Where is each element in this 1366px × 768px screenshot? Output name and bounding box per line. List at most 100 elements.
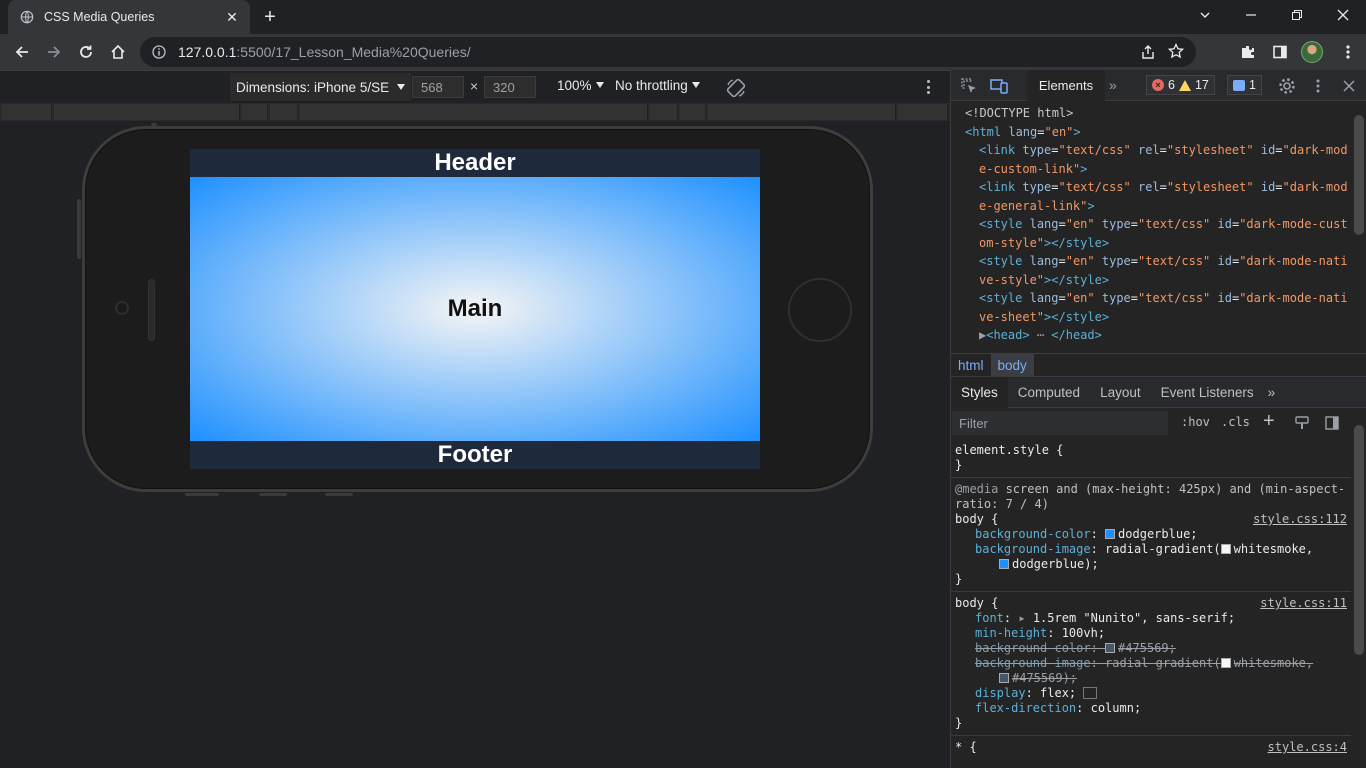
media-query-segment[interactable] <box>270 104 298 120</box>
tab-computed[interactable]: Computed <box>1008 378 1090 408</box>
minimize-icon[interactable] <box>1228 0 1274 30</box>
tab-styles[interactable]: Styles <box>951 377 1008 408</box>
side-panel-icon[interactable] <box>1266 38 1294 66</box>
tab-layout[interactable]: Layout <box>1090 378 1151 408</box>
device-height-input[interactable]: 320 <box>484 76 536 98</box>
share-icon[interactable] <box>1140 44 1156 63</box>
emulated-screen[interactable]: Header Main Footer <box>190 149 760 469</box>
extensions-icon[interactable] <box>1234 38 1262 66</box>
css-declaration[interactable]: background-image: radial-gradient(whites… <box>955 542 1351 557</box>
dom-node-line[interactable]: <style lang="en" type="text/css" id="dar… <box>951 252 1351 271</box>
styles-filter-input[interactable]: Filter <box>952 411 1168 435</box>
media-query-segment[interactable] <box>680 104 706 120</box>
styles-pane[interactable]: element.style { } @media screen and (max… <box>951 439 1351 768</box>
device-width-input[interactable]: 568 <box>412 76 464 98</box>
css-declaration[interactable]: display: flex; <box>955 686 1351 701</box>
css-declaration[interactable]: flex-direction: column; <box>955 701 1351 716</box>
media-query-segment[interactable] <box>898 104 948 120</box>
chrome-menu-icon[interactable] <box>1334 38 1362 66</box>
style-rule[interactable]: @media screen and (max-height: 425px) an… <box>951 478 1351 592</box>
dom-node-line[interactable]: <link type="text/css" rel="stylesheet" i… <box>951 178 1351 197</box>
device-toolbar-more-icon[interactable] <box>920 77 936 97</box>
dom-node-line[interactable]: <html lang="en"> <box>951 123 1351 142</box>
dom-node-line[interactable]: <style lang="en" type="text/css" id="dar… <box>951 289 1351 308</box>
warning-icon <box>1178 79 1191 91</box>
dom-node-line[interactable]: <!DOCTYPE html> <box>951 104 1351 123</box>
home-icon[interactable] <box>104 38 132 66</box>
url-path: :5500/17_Lesson_Media%20Queries/ <box>236 44 471 60</box>
media-query-segment[interactable] <box>650 104 678 120</box>
flexbox-editor-icon[interactable] <box>1083 687 1098 699</box>
more-tabs-icon[interactable]: » <box>1264 378 1280 408</box>
media-query-segment[interactable] <box>300 104 648 120</box>
messages-counter[interactable]: 1 <box>1227 75 1262 95</box>
inspect-element-icon[interactable] <box>959 76 979 96</box>
color-swatch[interactable] <box>1105 529 1116 539</box>
cls-toggle[interactable]: .cls <box>1221 415 1250 429</box>
profile-avatar[interactable] <box>1301 41 1323 63</box>
style-rule[interactable]: * {style.css:4 <box>951 736 1351 759</box>
address-bar[interactable]: 127.0.0.1:5500/17_Lesson_Media%20Queries… <box>140 37 1196 67</box>
bookmark-star-icon[interactable] <box>1167 42 1185 62</box>
dom-tree[interactable]: <!DOCTYPE html> <html lang="en"> <link typ… <box>951 101 1351 345</box>
media-query-segment[interactable] <box>54 104 240 120</box>
css-declaration-cont: dodgerblue); <box>955 557 1351 572</box>
css-declaration-overridden[interactable]: background-image: radial-gradient(whites… <box>955 656 1351 671</box>
settings-gear-icon[interactable] <box>1277 76 1297 96</box>
source-link[interactable]: style.css:4 <box>1268 740 1347 755</box>
dom-scrollbar[interactable] <box>1354 115 1364 235</box>
css-declaration-overridden[interactable]: background-color: #475569; <box>955 641 1351 656</box>
tab-event-listeners[interactable]: Event Listeners <box>1151 378 1264 408</box>
dom-node-line[interactable]: <style lang="en" type="text/css" id="dar… <box>951 215 1351 234</box>
style-rule[interactable]: body {style.css:11 font: ▸ 1.5rem "Nunit… <box>951 592 1351 736</box>
device-toolbar-toggle-icon[interactable] <box>989 76 1009 96</box>
media-query-segment[interactable] <box>2 104 52 120</box>
back-icon[interactable] <box>8 38 36 66</box>
device-dimensions-select[interactable]: Dimensions: iPhone 5/SE <box>230 73 412 101</box>
tab-search-icon[interactable] <box>1182 0 1228 30</box>
media-query-bar[interactable] <box>0 103 950 121</box>
phone-home-button <box>788 278 852 342</box>
throttling-select[interactable]: No throttling <box>615 78 700 93</box>
css-declaration[interactable]: min-height: 100vh; <box>955 626 1351 641</box>
close-devtools-icon[interactable] <box>1339 76 1359 96</box>
forward-icon[interactable] <box>40 38 68 66</box>
dom-node-line[interactable]: e-custom-link"> <box>951 160 1351 179</box>
device-toolbar: Dimensions: iPhone 5/SE 568 × 320 100% N… <box>0 71 950 103</box>
dom-node-line[interactable]: e-general-link"> <box>951 197 1351 216</box>
rendering-emulation-icon[interactable] <box>1294 415 1310 434</box>
media-query-segment[interactable] <box>708 104 896 120</box>
close-tab-icon[interactable]: ✕ <box>224 9 240 25</box>
reload-icon[interactable] <box>72 38 100 66</box>
toggle-sidebar-icon[interactable] <box>1324 415 1340 434</box>
info-icon[interactable] <box>152 45 166 59</box>
chevron-down-icon <box>691 82 700 88</box>
source-link[interactable]: style.css:11 <box>1260 596 1347 611</box>
css-declaration[interactable]: font: ▸ 1.5rem "Nunito", sans-serif; <box>955 611 1351 626</box>
zoom-select[interactable]: 100% <box>557 78 604 93</box>
restore-icon[interactable] <box>1274 0 1320 30</box>
more-tabs-icon[interactable]: » <box>1109 77 1117 93</box>
browser-tab[interactable]: CSS Media Queries ✕ <box>8 0 250 34</box>
issues-counter[interactable]: × 6 17 <box>1146 75 1215 95</box>
dom-node-line[interactable]: om-style"></style> <box>951 234 1351 253</box>
styles-scrollbar[interactable] <box>1354 425 1364 655</box>
breadcrumb-body[interactable]: body <box>990 354 1034 376</box>
hov-toggle[interactable]: :hov <box>1181 415 1210 429</box>
media-query-segment[interactable] <box>242 104 268 120</box>
rotate-icon[interactable] <box>724 76 748 100</box>
tab-elements[interactable]: Elements <box>1027 70 1105 101</box>
new-style-rule-icon[interactable]: + <box>1263 410 1275 433</box>
dom-node-line[interactable]: <link type="text/css" rel="stylesheet" i… <box>951 141 1351 160</box>
devtools-menu-icon[interactable] <box>1308 76 1328 96</box>
new-tab-button[interactable]: + <box>256 4 284 30</box>
style-rule[interactable]: element.style { } <box>951 439 1351 478</box>
close-window-icon[interactable] <box>1320 0 1366 30</box>
css-declaration[interactable]: background-color: dodgerblue; <box>955 527 1351 542</box>
dom-node-line[interactable]: ▶<head> ⋯ </head> <box>951 326 1351 345</box>
dom-node-line[interactable]: ve-sheet"></style> <box>951 308 1351 327</box>
source-link[interactable]: style.css:112 <box>1253 512 1347 527</box>
dom-node-line[interactable]: ve-style"></style> <box>951 271 1351 290</box>
breadcrumb-html[interactable]: html <box>951 354 991 376</box>
phone-side-button <box>259 493 287 496</box>
